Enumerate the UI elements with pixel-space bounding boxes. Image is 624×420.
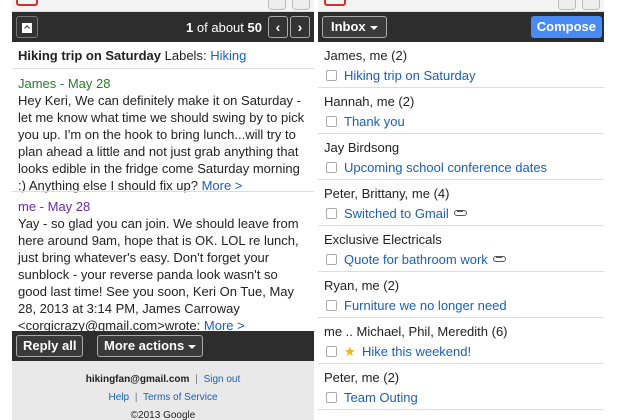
conversation-subject-line: Hiking trip on Saturday Labels: Hiking — [18, 48, 246, 63]
previous-button[interactable]: ‹ — [268, 16, 288, 38]
copyright: ©2013 Google — [130, 410, 196, 420]
thread-row[interactable]: Exclusive Electricals Quote for bathroom… — [318, 226, 604, 272]
footer-separator: | — [134, 392, 138, 403]
message-sender: James - May 28 — [18, 76, 111, 91]
thread-participants: Peter, Brittany, me (4) — [324, 186, 450, 201]
select-checkbox[interactable] — [326, 162, 337, 173]
folder-label: Inbox — [331, 19, 366, 34]
gmail-logo-icon — [324, 0, 346, 6]
thread-row[interactable]: me .. Michael, Phil, Meredith (6) ★ Hike … — [318, 318, 604, 364]
label-link[interactable]: Hiking — [210, 48, 246, 63]
select-checkbox[interactable] — [326, 208, 337, 219]
search-icon[interactable] — [558, 0, 576, 10]
folder-dropdown[interactable]: Inbox — [322, 16, 387, 38]
counter-total: 50 — [247, 20, 262, 35]
thread-participants: James, me (2) — [324, 48, 408, 63]
select-checkbox[interactable] — [326, 300, 337, 311]
inbox-pane: Inbox Compose James, me (2) Hiking trip … — [318, 0, 604, 420]
refresh-icon[interactable] — [292, 0, 310, 10]
paperclip-icon — [492, 256, 506, 262]
labels-prefix: Labels: — [164, 48, 207, 63]
search-icon[interactable] — [268, 0, 286, 10]
thread-row[interactable]: Jay Birdsong Upcoming school conference … — [318, 134, 604, 180]
refresh-icon[interactable] — [582, 0, 600, 10]
thread-participants: Hannah, me (2) — [324, 94, 415, 109]
paperclip-icon — [453, 210, 467, 216]
thread-subject: Thank you — [344, 114, 405, 129]
thread-subject: Switched to Gmail — [344, 206, 449, 221]
footer: hikingfan@gmail.com | Sign out Help | Te… — [12, 361, 314, 420]
more-actions-label: More actions — [104, 338, 185, 353]
compose-button[interactable]: Compose — [530, 16, 602, 38]
thread-row[interactable]: Ryan, me (2) Furniture we no longer need — [318, 272, 604, 318]
thread-subject: Quote for bathroom work — [344, 252, 488, 267]
select-checkbox[interactable] — [326, 254, 337, 265]
thread-participants: Peter, me (2) — [324, 370, 400, 385]
message-counter: 1 of about 50 — [186, 20, 262, 35]
thread-row[interactable]: Peter, me (2) Team Outing — [318, 364, 604, 410]
counter-current: 1 — [186, 20, 194, 35]
footer-separator: | — [195, 374, 198, 385]
conversation-toolbar: 1 of about 50 ‹ › — [12, 12, 314, 42]
left-margin — [0, 0, 12, 420]
sign-out-link[interactable]: Sign out — [204, 374, 241, 385]
thread-row[interactable]: Hannah, me (2) Thank you — [318, 88, 604, 134]
message-body: Yay - so glad you can join. We should le… — [18, 216, 299, 333]
message-body: Hey Keri, We can definitely make it on S… — [18, 93, 305, 193]
thread-subject: Furniture we no longer need — [344, 298, 507, 313]
select-checkbox[interactable] — [326, 392, 337, 403]
thread-subject: Upcoming school conference dates — [344, 160, 548, 175]
terms-link[interactable]: Terms of Service — [143, 392, 217, 403]
thread-participants: me .. Michael, Phil, Meredith (6) — [324, 324, 508, 339]
thread-row[interactable]: Peter, Brittany, me (4) Switched to Gmai… — [318, 180, 604, 226]
more-actions-button[interactable]: More actions — [97, 335, 204, 357]
top-bar-fragment — [12, 0, 314, 12]
thread-subject: Hike this weekend! — [362, 344, 472, 359]
thread-subject: Hiking trip on Saturday — [344, 68, 476, 83]
thread-participants: Exclusive Electricals — [324, 232, 442, 247]
help-link[interactable]: Help — [108, 392, 129, 403]
select-checkbox[interactable] — [326, 70, 337, 81]
caret-down-icon — [369, 25, 378, 30]
caret-down-icon — [188, 344, 197, 349]
conversation-subject: Hiking trip on Saturday — [18, 48, 162, 63]
select-checkbox[interactable] — [326, 116, 337, 127]
star-icon[interactable]: ★ — [344, 344, 357, 360]
message-sender: me - May 28 — [18, 199, 91, 214]
account-email: hikingfan@gmail.com — [85, 374, 190, 385]
select-checkbox[interactable] — [326, 346, 337, 357]
thread-participants: Ryan, me (2) — [324, 278, 400, 293]
archive-icon — [22, 23, 32, 33]
thread-subject: Team Outing — [344, 390, 418, 405]
inbox-toolbar: Inbox Compose — [318, 12, 604, 42]
archive-button[interactable] — [16, 16, 38, 38]
thread-participants: Jay Birdsong — [324, 140, 400, 155]
reply-all-label: Reply all — [23, 338, 77, 353]
message[interactable]: James - May 28 Hey Keri, We can definite… — [12, 68, 314, 194]
top-bar-fragment — [318, 0, 604, 12]
thread-row[interactable]: James, me (2) Hiking trip on Saturday — [318, 42, 604, 88]
action-bar: Reply all More actions — [12, 331, 314, 361]
right-margin — [604, 0, 624, 420]
next-button[interactable]: › — [290, 16, 310, 38]
reply-all-button[interactable]: Reply all — [16, 335, 84, 357]
conversation-pane: 1 of about 50 ‹ › Hiking trip on Saturda… — [12, 0, 314, 420]
message[interactable]: me - May 28 Yay - so glad you can join. … — [12, 191, 314, 334]
counter-of: of about — [196, 20, 244, 35]
gmail-logo-icon — [16, 0, 38, 6]
